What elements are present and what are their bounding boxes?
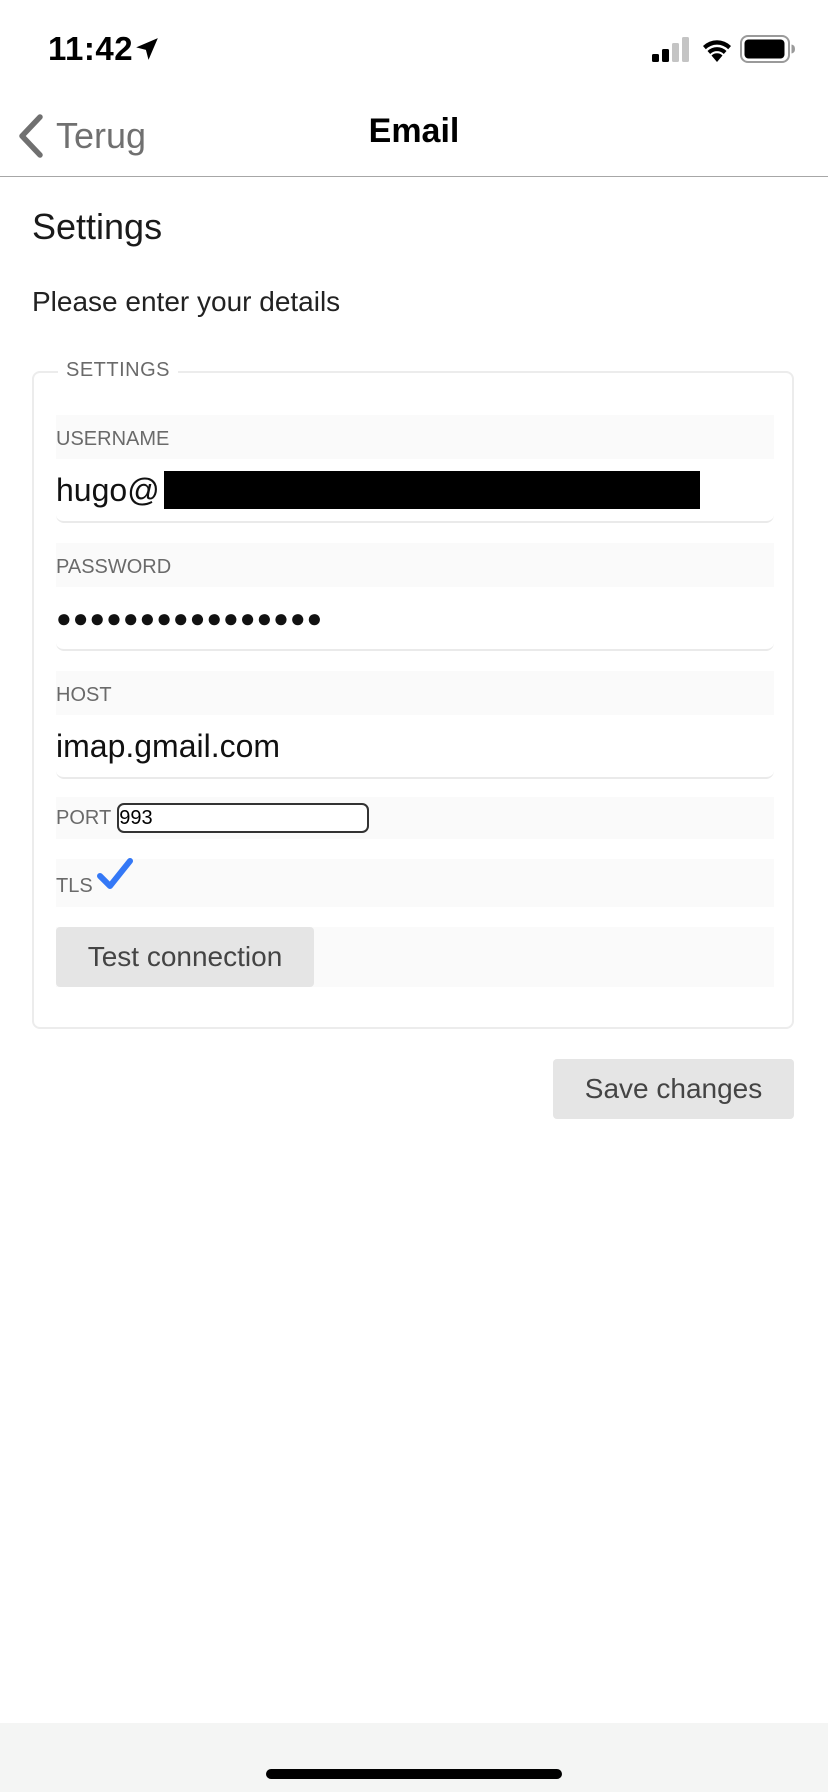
status-time: 11:42 [48, 30, 134, 67]
nav-title: Email [368, 112, 460, 150]
port-input[interactable] [117, 803, 370, 833]
cellular-signal-icon [652, 37, 689, 62]
status-bar: 11:42 [0, 0, 828, 96]
settings-fieldset: SETTINGS USERNAME hugo@ PASSWORD ●●●●●●●… [32, 359, 794, 1029]
port-field: PORT [56, 797, 774, 839]
page-subtitle: Please enter your details [32, 286, 341, 317]
fieldset-legend: SETTINGS [58, 359, 179, 382]
username-input[interactable]: hugo@ [56, 459, 774, 523]
navigation-bar: Terug Email [0, 96, 828, 177]
host-value: imap.gmail.com [56, 727, 281, 764]
password-field: PASSWORD ●●●●●●●●●●●●●●●● [56, 543, 774, 651]
test-connection-button[interactable]: Test connection [56, 927, 314, 987]
redaction-bar [163, 471, 700, 509]
tls-label: TLS [56, 875, 93, 897]
password-input[interactable]: ●●●●●●●●●●●●●●●● [56, 587, 774, 651]
password-value: ●●●●●●●●●●●●●●●● [56, 602, 324, 633]
username-field: USERNAME hugo@ [56, 415, 774, 523]
username-value: hugo@ [56, 471, 160, 508]
checkmark-icon[interactable] [96, 857, 133, 893]
host-input[interactable]: imap.gmail.com [56, 715, 774, 779]
wifi-icon [703, 40, 731, 62]
tls-field: TLS [56, 857, 774, 907]
host-field: HOST imap.gmail.com [56, 671, 774, 779]
location-arrow-icon [136, 38, 158, 60]
page-title: Settings [32, 206, 163, 247]
home-indicator[interactable] [266, 1769, 562, 1779]
port-label: PORT [56, 806, 112, 829]
save-changes-button[interactable]: Save changes [553, 1059, 794, 1119]
password-label: PASSWORD [56, 543, 774, 587]
bottom-bar [0, 1723, 828, 1792]
test-connection-row: Test connection [56, 927, 774, 987]
host-label: HOST [56, 671, 774, 715]
battery-icon [740, 35, 795, 63]
username-label: USERNAME [56, 415, 774, 459]
